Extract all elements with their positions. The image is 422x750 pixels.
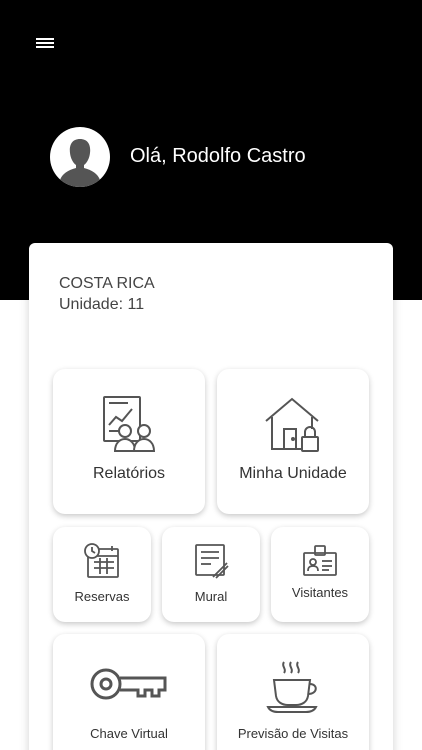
house-lock-icon bbox=[265, 397, 319, 452]
condo-card: COSTA RICA Unidade: 11 Relatórios Minha … bbox=[29, 243, 393, 750]
reports-label: Relatórios bbox=[92, 465, 166, 482]
virtual-key-tile[interactable]: Chave Virtual bbox=[53, 634, 205, 750]
virtual-key-label: Chave Virtual bbox=[90, 726, 168, 741]
reservations-tile[interactable]: Reservas bbox=[53, 527, 151, 622]
menu-button[interactable] bbox=[36, 36, 58, 54]
user-silhouette-icon bbox=[52, 129, 108, 187]
visitors-label: Visitantes bbox=[291, 585, 349, 600]
reports-tile[interactable]: Relatórios bbox=[53, 369, 205, 514]
reports-people-icon bbox=[103, 396, 156, 452]
reservations-label: Reservas bbox=[74, 589, 130, 604]
key-icon bbox=[90, 668, 167, 700]
avatar[interactable] bbox=[50, 127, 110, 187]
visit-forecast-tile[interactable]: Previsão de Visitas bbox=[217, 634, 369, 750]
notepad-pencil-icon bbox=[195, 544, 229, 579]
calendar-clock-icon bbox=[84, 543, 119, 578]
coffee-cup-icon bbox=[266, 661, 318, 713]
hamburger-menu-icon bbox=[36, 38, 58, 48]
visit-forecast-label: Previsão de Visitas bbox=[237, 726, 349, 741]
wall-label: Mural bbox=[194, 589, 228, 604]
my-unit-label: Minha Unidade bbox=[239, 465, 347, 482]
visitors-tile[interactable]: Visitantes bbox=[271, 527, 369, 622]
wall-tile[interactable]: Mural bbox=[162, 527, 260, 622]
condo-name: COSTA RICA bbox=[59, 275, 155, 292]
my-unit-tile[interactable]: Minha Unidade bbox=[217, 369, 369, 514]
greeting-text: Olá, Rodolfo Castro bbox=[130, 145, 306, 167]
unit-label: Unidade: 11 bbox=[59, 296, 145, 313]
id-badge-icon bbox=[303, 545, 337, 576]
